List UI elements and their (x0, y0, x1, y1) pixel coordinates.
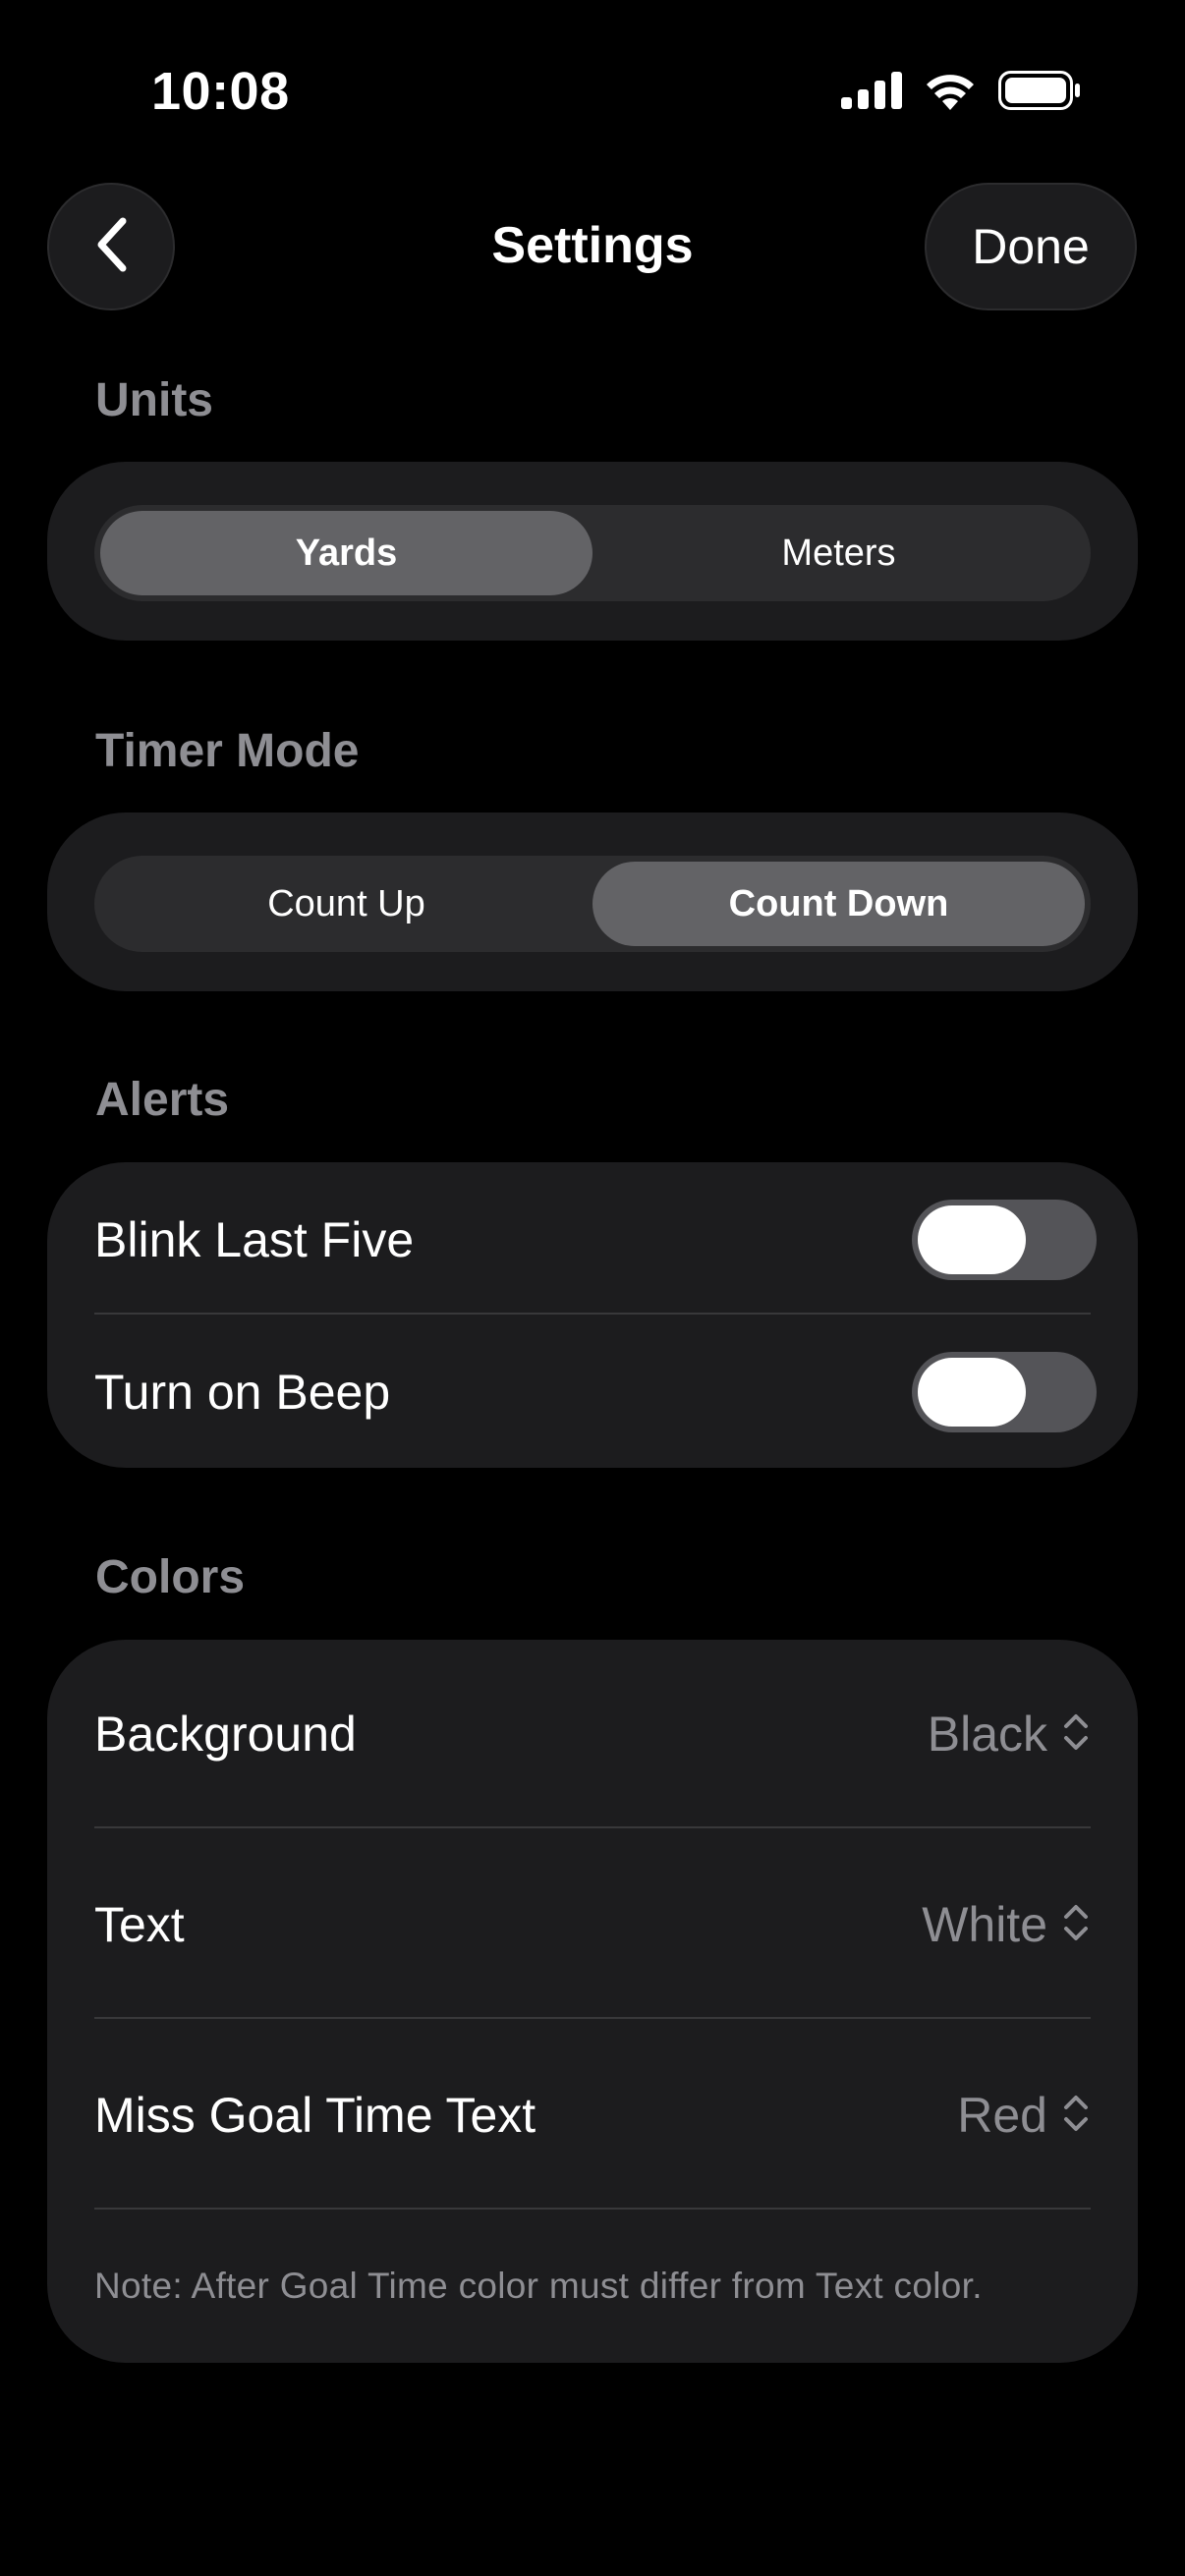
color-row-background[interactable]: Background Black (94, 1679, 1091, 1789)
divider (94, 1313, 1091, 1315)
timer-mode-card: Count Up Count Down (47, 812, 1138, 991)
timer-mode-header: Timer Mode (95, 725, 360, 777)
chevron-up-down-icon (1061, 2092, 1091, 2140)
status-time: 10:08 (151, 62, 290, 121)
miss-goal-time-text-color-value: Red (957, 2088, 1047, 2143)
units-card: Yards Meters (47, 462, 1138, 641)
divider (94, 2208, 1091, 2210)
battery-icon (998, 71, 1081, 115)
units-segment-yards[interactable]: Yards (100, 511, 592, 595)
alert-label-blink-last-five: Blink Last Five (94, 1212, 415, 1267)
text-color-value: White (922, 1897, 1047, 1952)
color-row-miss-goal-time-text[interactable]: Miss Goal Time Text Red (94, 2060, 1091, 2170)
alerts-card: Blink Last Five Turn on Beep (47, 1162, 1138, 1468)
status-bar: 10:08 (0, 0, 1185, 187)
alert-row-blink-last-five: Blink Last Five (94, 1200, 1097, 1280)
text-color-picker[interactable]: White (922, 1896, 1091, 1953)
color-label-text: Text (94, 1897, 185, 1952)
done-button[interactable]: Done (925, 183, 1137, 310)
toggle-knob (918, 1205, 1026, 1274)
color-label-background: Background (94, 1707, 357, 1762)
turn-on-beep-toggle[interactable] (912, 1352, 1097, 1432)
alerts-header: Alerts (95, 1074, 230, 1126)
timer-mode-segment-count-down[interactable]: Count Down (592, 862, 1085, 946)
toggle-knob (918, 1358, 1026, 1427)
status-icons (841, 71, 1081, 115)
chevron-up-down-icon (1061, 1710, 1091, 1759)
timer-mode-segmented-control: Count Up Count Down (94, 856, 1091, 952)
cellular-signal-icon (841, 72, 902, 114)
divider (94, 1826, 1091, 1828)
chevron-up-down-icon (1061, 1901, 1091, 1949)
alert-label-turn-on-beep: Turn on Beep (94, 1365, 391, 1420)
background-color-value: Black (927, 1707, 1047, 1762)
colors-header: Colors (95, 1551, 246, 1603)
blink-last-five-toggle[interactable] (912, 1200, 1097, 1280)
color-row-text[interactable]: Text White (94, 1870, 1091, 1980)
colors-note: Note: After Goal Time color must differ … (94, 2266, 983, 2306)
units-segmented-control: Yards Meters (94, 505, 1091, 601)
units-segment-meters[interactable]: Meters (592, 511, 1085, 595)
units-header: Units (95, 374, 213, 426)
colors-card: Background Black Text White Miss Goal Ti… (47, 1640, 1138, 2363)
timer-mode-segment-count-up[interactable]: Count Up (100, 862, 592, 946)
alert-row-turn-on-beep: Turn on Beep (94, 1352, 1097, 1432)
background-color-picker[interactable]: Black (928, 1706, 1091, 1763)
wifi-icon (924, 71, 977, 115)
miss-goal-time-text-color-picker[interactable]: Red (957, 2087, 1091, 2144)
color-label-miss-goal-time-text: Miss Goal Time Text (94, 2088, 536, 2143)
divider (94, 2017, 1091, 2019)
